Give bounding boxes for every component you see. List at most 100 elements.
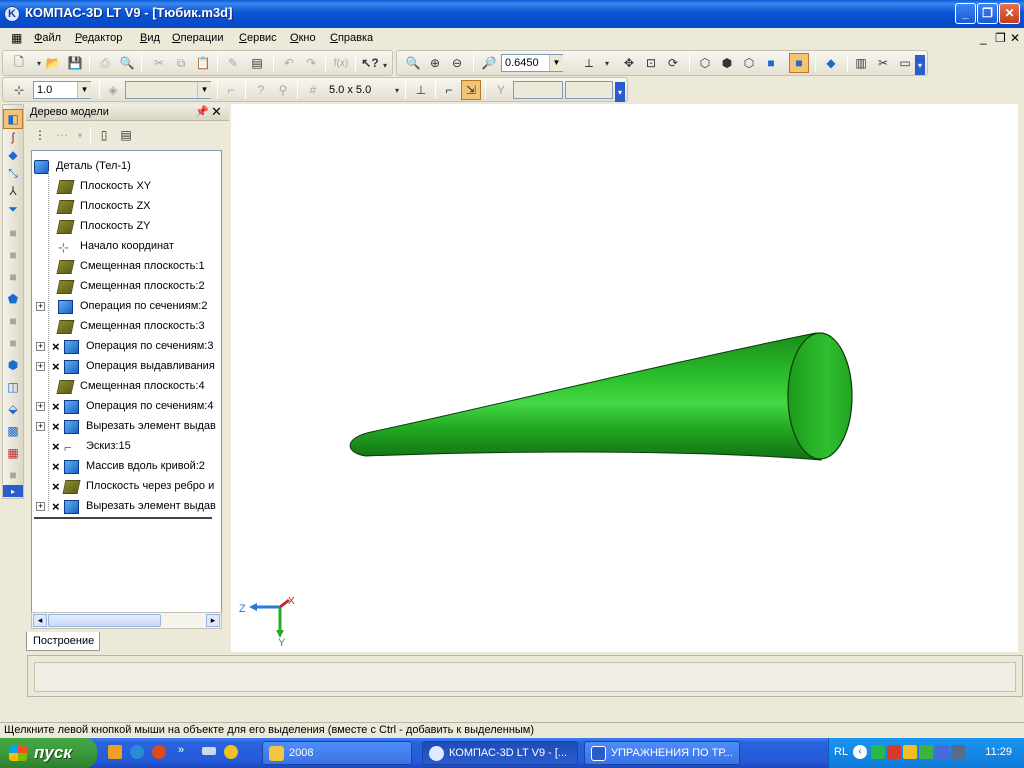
show-all-icon[interactable]: ⊡: [641, 53, 661, 73]
menu-window[interactable]: Окно: [290, 32, 316, 44]
document-icon[interactable]: ▦: [11, 31, 22, 45]
doc-close-button[interactable]: ✕: [1010, 31, 1020, 45]
zoom-out-icon[interactable]: ⊖: [447, 53, 467, 73]
print-icon[interactable]: ⎙: [95, 53, 115, 73]
scroll-thumb[interactable]: [48, 614, 161, 627]
manager-icon[interactable]: ▥: [851, 53, 871, 73]
op-fillet-disabled-icon[interactable]: ■: [3, 333, 23, 353]
format-brush-icon[interactable]: ✎: [223, 53, 243, 73]
undo-icon[interactable]: ↶: [279, 53, 299, 73]
menu-operations[interactable]: Операции: [172, 32, 223, 44]
kompas-app-icon[interactable]: K: [4, 6, 20, 22]
tray-antivirus-icon[interactable]: [887, 745, 901, 759]
quicklaunch-ie-icon[interactable]: [130, 745, 144, 759]
paste-icon[interactable]: 📋: [193, 53, 213, 73]
tree-item[interactable]: + Операция по сечениям:2: [32, 297, 221, 317]
menu-edit[interactable]: Редактор: [75, 32, 122, 44]
task-folder-2008[interactable]: 2008: [262, 741, 412, 765]
task-word-document[interactable]: УПРАЖНЕНИЯ ПО ТР...: [584, 741, 740, 765]
clock[interactable]: 11:29: [985, 746, 1012, 758]
pin-icon[interactable]: 📌: [195, 105, 209, 118]
tree-order-icon[interactable]: ⋯: [52, 125, 72, 145]
tree-item[interactable]: + × Вырезать элемент выдав: [32, 497, 221, 517]
model-viewport[interactable]: Z X Y: [231, 104, 1018, 652]
expand-icon[interactable]: +: [36, 342, 45, 351]
filter-icon[interactable]: ⏷: [3, 199, 23, 219]
tray-update-icon[interactable]: [919, 745, 933, 759]
zoom-in-icon[interactable]: ⊕: [425, 53, 445, 73]
parametric-icon[interactable]: ?: [251, 80, 271, 100]
op-loft-icon[interactable]: ⬟: [3, 289, 23, 309]
help-pointer-icon[interactable]: ↖?: [360, 53, 380, 73]
pan-icon[interactable]: ✥: [619, 53, 639, 73]
tree-item[interactable]: Деталь (Тел-1): [32, 157, 221, 177]
expand-icon[interactable]: +: [36, 302, 45, 311]
tree-order-dropdown-icon[interactable]: ▾: [70, 125, 90, 145]
op-shell-icon[interactable]: ◫: [3, 377, 23, 397]
close-tree-icon[interactable]: ✕: [211, 104, 222, 120]
tree-item[interactable]: × Массив вдоль кривой:2: [32, 457, 221, 477]
grid-dropdown-icon[interactable]: ▾: [387, 80, 407, 100]
wireframe-icon[interactable]: ⬡: [695, 53, 715, 73]
op-cut-disabled-icon[interactable]: ■: [3, 311, 23, 331]
tube-model[interactable]: [349, 332, 853, 461]
measure-icon[interactable]: ⅄: [3, 181, 23, 201]
op-extrude-disabled-icon[interactable]: ■: [3, 223, 23, 243]
hidden-lines-icon[interactable]: ⬢: [717, 53, 737, 73]
line-width-dropdown-icon[interactable]: ▼: [77, 82, 91, 98]
op-chamfer-icon[interactable]: ⬢: [3, 355, 23, 375]
round-icon[interactable]: ⌐: [439, 80, 459, 100]
tree-item[interactable]: Смещенная плоскость:1: [32, 257, 221, 277]
tray-network-icon[interactable]: [871, 745, 885, 759]
constraint-icon[interactable]: ⚲: [273, 80, 293, 100]
tray-collapse-icon[interactable]: ‹: [853, 745, 867, 759]
sketch-mode-icon[interactable]: ⌐: [221, 80, 241, 100]
compact-toolbar-expand-icon[interactable]: ▸: [3, 485, 23, 497]
tools-icon[interactable]: ✂: [873, 53, 893, 73]
tree-item[interactable]: Смещенная плоскость:4: [32, 377, 221, 397]
tree-structure-icon[interactable]: ⋮: [30, 125, 50, 145]
tray-d-icon[interactable]: [903, 745, 917, 759]
close-button[interactable]: ✕: [999, 3, 1020, 24]
thin-hidden-lines-icon[interactable]: ⬡: [739, 53, 759, 73]
title-bar[interactable]: K КОМПАС-3D LT V9 - [Тюбик.m3d] _ ❐ ✕: [0, 0, 1024, 28]
tree-item[interactable]: ⊹ Начало координат: [32, 237, 221, 257]
tree-item[interactable]: + × Вырезать элемент выдав: [32, 417, 221, 437]
orientation-icon[interactable]: ⟂: [579, 53, 599, 73]
orientation-dropdown-icon[interactable]: ▾: [597, 53, 617, 73]
doc-minimize-button[interactable]: _: [980, 31, 987, 45]
quicklaunch-media-icon[interactable]: [224, 745, 238, 759]
edit-detail-icon[interactable]: ◧: [3, 109, 23, 129]
op-section-disabled-icon[interactable]: ■: [3, 465, 23, 485]
ortho-icon[interactable]: ⊥: [411, 80, 431, 100]
menu-file[interactable]: Файл: [34, 32, 61, 44]
menu-view[interactable]: Вид: [140, 32, 160, 44]
restore-button[interactable]: ❐: [977, 3, 998, 24]
expand-icon[interactable]: +: [36, 362, 45, 371]
tree-horizontal-scrollbar[interactable]: ◂ ▸: [31, 612, 222, 629]
scroll-left-icon[interactable]: ◂: [33, 614, 47, 627]
cut-icon[interactable]: ✂: [149, 53, 169, 73]
quicklaunch-more-icon[interactable]: »: [178, 744, 184, 756]
spatial-curves-icon[interactable]: ʃ: [3, 127, 23, 147]
print-preview-icon[interactable]: 🔍: [117, 53, 137, 73]
op-mirror-icon[interactable]: ▦: [3, 443, 23, 463]
coords-icon[interactable]: Y: [491, 80, 511, 100]
quicklaunch-app-icon[interactable]: [202, 747, 216, 755]
coord-x-field[interactable]: [513, 81, 563, 99]
quicklaunch-outlook-icon[interactable]: [108, 745, 122, 759]
layer-icon[interactable]: ◈: [103, 80, 123, 100]
function-icon[interactable]: f(x): [331, 53, 351, 73]
op-kinematic-disabled-icon[interactable]: ■: [3, 267, 23, 287]
tree-item[interactable]: + × Операция по сечениям:3: [32, 337, 221, 357]
coord-y-field[interactable]: [565, 81, 613, 99]
perspective-icon[interactable]: ◆: [821, 53, 841, 73]
tree-show-icon[interactable]: ▯: [94, 125, 114, 145]
scroll-right-icon[interactable]: ▸: [206, 614, 220, 627]
grid-icon[interactable]: #: [303, 80, 323, 100]
rotate-icon[interactable]: ⟳: [663, 53, 683, 73]
zoom-dropdown-icon[interactable]: ▼: [549, 55, 563, 71]
quicklaunch-opera-icon[interactable]: [152, 745, 166, 759]
tree-item[interactable]: + × Операция по сечениям:4: [32, 397, 221, 417]
zoom-window-icon[interactable]: 🔍: [403, 53, 423, 73]
